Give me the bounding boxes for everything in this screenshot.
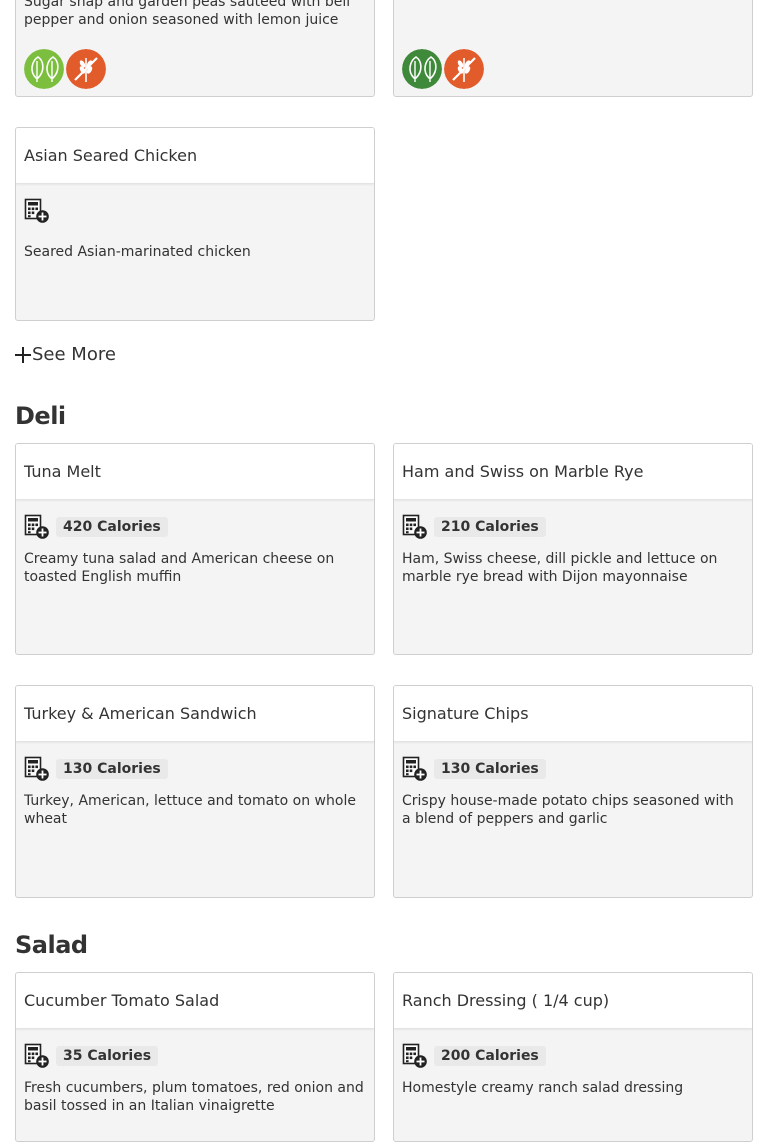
item-description: Fresh cucumbers, plum tomatoes, red onio… xyxy=(24,1080,364,1114)
calorie-badge: 130 Calories xyxy=(434,759,546,779)
item-name[interactable]: Cucumber Tomato Salad xyxy=(16,973,374,1029)
section-title-salad: Salad xyxy=(15,931,88,959)
menu-card[interactable]: Signature Chips 130 Calories Crispy hous… xyxy=(393,685,753,898)
item-name[interactable]: Tuna Melt xyxy=(16,444,374,500)
vegetarian-icon xyxy=(24,49,64,89)
menu-card[interactable]: Ranch Dressing ( 1/4 cup) 200 Calories H… xyxy=(393,972,753,1142)
item-name[interactable]: Ham and Swiss on Marble Rye xyxy=(394,444,752,500)
nutrition-calculator-icon[interactable] xyxy=(402,756,428,782)
item-name[interactable]: Ranch Dressing ( 1/4 cup) xyxy=(394,973,752,1029)
vegan-icon xyxy=(402,49,442,89)
gluten-free-icon xyxy=(66,49,106,89)
gluten-free-icon xyxy=(444,49,484,89)
item-name[interactable]: Signature Chips xyxy=(394,686,752,742)
nutrition-calculator-icon[interactable] xyxy=(402,514,428,540)
menu-card[interactable]: Turkey & American Sandwich 130 Calories … xyxy=(15,685,375,898)
calorie-badge: 200 Calories xyxy=(434,1046,546,1066)
calorie-badge: 35 Calories xyxy=(56,1046,159,1066)
menu-card[interactable]: Cucumber Tomato Salad 35 Calories Fresh … xyxy=(15,972,375,1142)
calorie-badge: 210 Calories xyxy=(434,517,546,537)
section-title-deli: Deli xyxy=(15,402,66,430)
item-description: Creamy tuna salad and American cheese on… xyxy=(24,551,335,585)
calorie-badge: 420 Calories xyxy=(56,517,168,537)
item-description: Ham, Swiss cheese, dill pickle and lettu… xyxy=(402,551,718,585)
nutrition-calculator-icon[interactable] xyxy=(24,1043,50,1069)
nutrition-calculator-icon[interactable] xyxy=(24,756,50,782)
item-description: Sugar snap and garden peas sauteed with … xyxy=(24,0,351,28)
nutrition-calculator-icon[interactable] xyxy=(24,198,50,224)
nutrition-calculator-icon[interactable] xyxy=(402,1043,428,1069)
plus-icon xyxy=(15,346,31,363)
see-more-button[interactable]: See More xyxy=(15,344,116,365)
item-name[interactable]: Turkey & American Sandwich xyxy=(16,686,374,742)
item-name[interactable]: Asian Seared Chicken xyxy=(16,128,374,184)
menu-card[interactable]: Tuna Melt 420 Calories Creamy tuna salad… xyxy=(15,443,375,655)
item-description: Homestyle creamy ranch salad dressing xyxy=(402,1080,684,1096)
nutrition-calculator-icon[interactable] xyxy=(24,514,50,540)
menu-card-top-right[interactable] xyxy=(393,0,753,97)
menu-card-snap-peas[interactable]: Sugar snap and garden peas sauteed with … xyxy=(15,0,375,97)
item-description: Seared Asian-marinated chicken xyxy=(24,244,251,260)
see-more-label: See More xyxy=(32,344,116,365)
menu-card[interactable]: Asian Seared Chicken Seared Asian-marina… xyxy=(15,127,375,321)
item-description: Turkey, American, lettuce and tomato on … xyxy=(24,793,356,827)
menu-card[interactable]: Ham and Swiss on Marble Rye 210 Calories… xyxy=(393,443,753,655)
calorie-badge: 130 Calories xyxy=(56,759,168,779)
item-description: Crispy house-made potato chips seasoned … xyxy=(402,793,734,827)
